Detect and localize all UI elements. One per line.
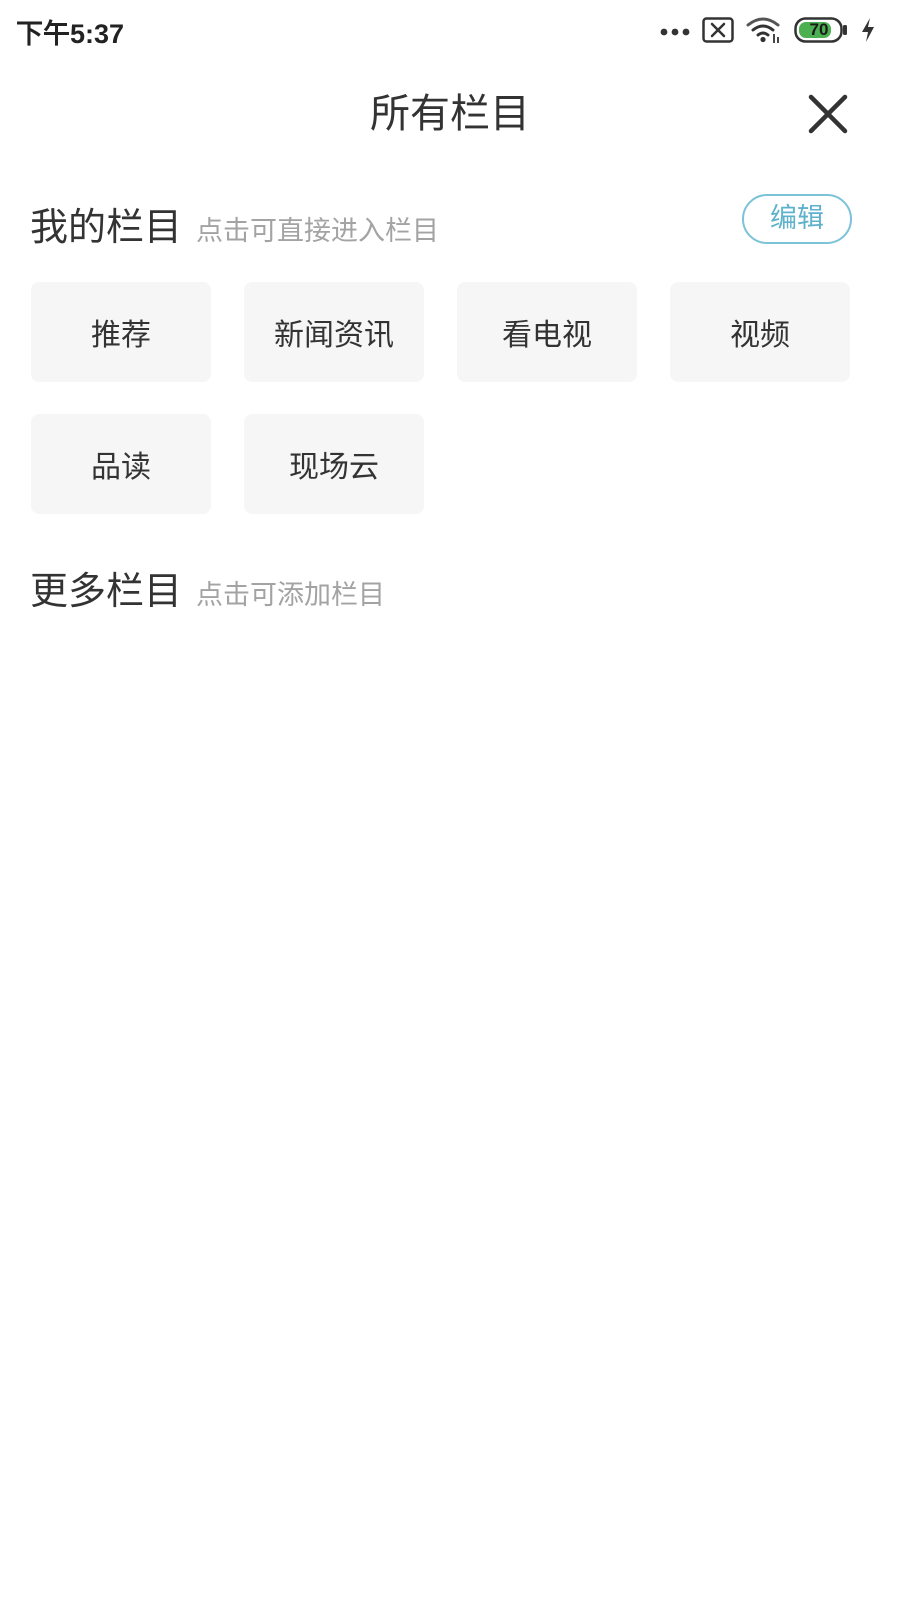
edit-button[interactable]: 编辑 (742, 194, 852, 244)
my-channels-title: 我的栏目 (30, 205, 183, 249)
wifi-icon (746, 16, 782, 44)
battery-icon: 70 (794, 17, 848, 43)
close-button[interactable] (806, 92, 850, 136)
close-icon (808, 94, 848, 134)
channel-tile[interactable]: 看电视 (457, 282, 637, 382)
status-time: 下午5:37 (16, 19, 125, 49)
my-channels-header: 我的栏目 点击可直接进入栏目 (30, 196, 439, 251)
page-title: 所有栏目 (370, 91, 530, 137)
battery-level-text: 70 (809, 20, 829, 39)
my-channels-hint: 点击可直接进入栏目 (196, 216, 440, 247)
status-icons: 70 (660, 12, 876, 48)
channel-tile[interactable]: 视频 (670, 282, 850, 382)
more-dots-icon (660, 24, 690, 36)
charging-icon (860, 17, 876, 43)
channel-tile[interactable]: 现场云 (244, 414, 424, 514)
more-channels-hint: 点击可添加栏目 (196, 580, 386, 611)
more-channels-title: 更多栏目 (30, 569, 183, 613)
channel-tile[interactable]: 品读 (31, 414, 211, 514)
channel-tile[interactable]: 新闻资讯 (244, 282, 424, 382)
channel-tile[interactable]: 推荐 (31, 282, 211, 382)
more-channels-header: 更多栏目 点击可添加栏目 (30, 560, 385, 615)
no-sim-icon (702, 17, 734, 43)
status-bar: 下午5:37 70 (0, 0, 900, 60)
